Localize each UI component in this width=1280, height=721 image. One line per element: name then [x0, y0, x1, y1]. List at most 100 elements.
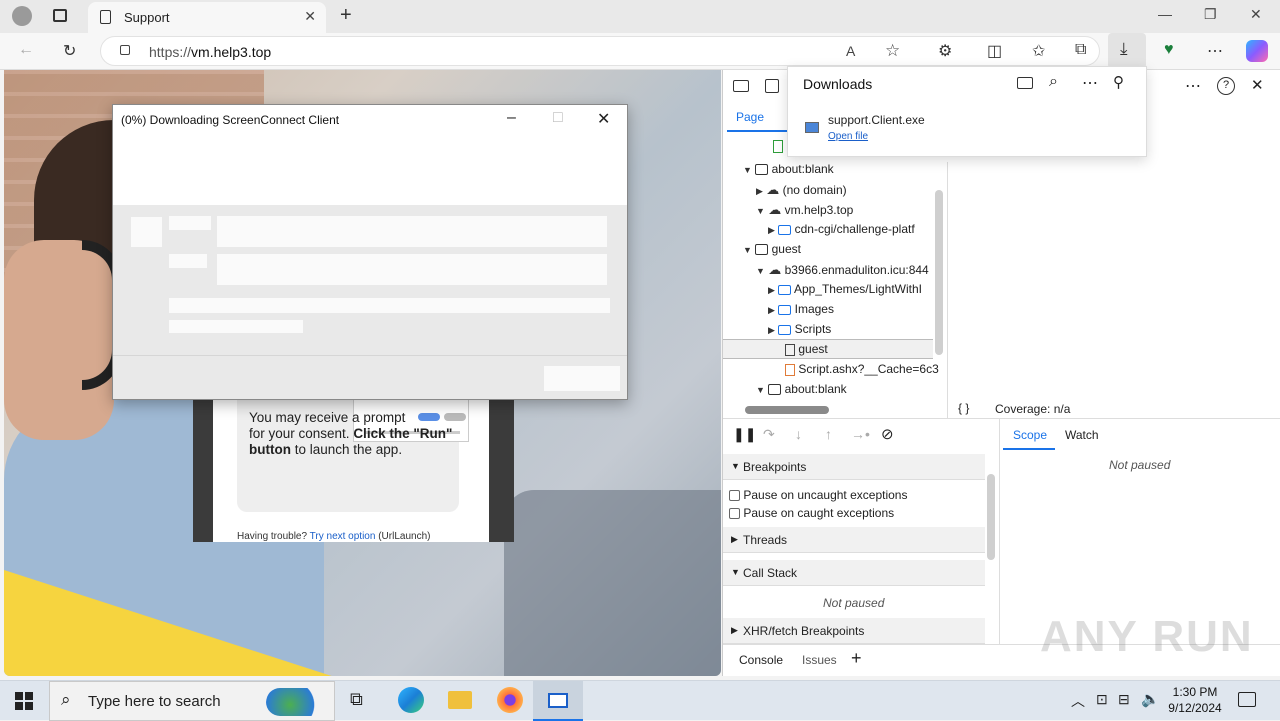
try-next-option-link[interactable]: Try next option	[310, 531, 376, 542]
url-text: https://vm.help3.top	[149, 44, 272, 60]
file-explorer-icon[interactable]	[448, 691, 472, 709]
deactivate-breakpoints-icon[interactable]: ⊘	[881, 425, 894, 443]
scope-tab[interactable]: Scope	[1013, 428, 1047, 442]
coverage-text: Coverage: n/a	[995, 402, 1071, 416]
tree-item-guest-frame[interactable]: ▼ guest	[743, 242, 801, 256]
tree-item-about-blank[interactable]: ▼ about:blank	[743, 162, 834, 176]
placeholder-field	[217, 216, 607, 247]
help-icon[interactable]: ?	[1217, 77, 1235, 95]
search-highlight-icon	[266, 688, 326, 716]
firefox-icon[interactable]	[497, 687, 523, 713]
h-scrollbar[interactable]	[745, 406, 829, 414]
tree-item-no-domain[interactable]: ▶ ☁ (no domain)	[756, 182, 847, 198]
lock-icon[interactable]	[120, 45, 130, 55]
watch-tab[interactable]: Watch	[1065, 428, 1099, 442]
taskbar: ⌕ Type here to search ⧉ ︿ ⊡ ⊟ 🔈 1:30 PM …	[0, 680, 1280, 721]
minimize-icon[interactable]: —	[1158, 6, 1172, 22]
downloads-button[interactable]: ⤓	[1108, 33, 1146, 69]
placeholder-bar	[169, 298, 610, 313]
placeholder-button[interactable]	[544, 366, 620, 391]
dialog-close-icon[interactable]: ✕	[597, 109, 610, 129]
pause-uncaught-checkbox[interactable]: Pause on uncaught exceptions	[729, 488, 907, 502]
notifications-icon[interactable]	[1238, 692, 1256, 707]
tree-item-guest-file[interactable]: guest	[785, 342, 828, 356]
consent-step: You may receive a prompt for your consen…	[237, 392, 469, 512]
tab-close-icon[interactable]: ✕	[304, 8, 316, 25]
dialog-footer	[113, 355, 627, 399]
favorites-icon[interactable]: ✩	[1032, 41, 1045, 61]
background-office	[504, 490, 721, 676]
device-icon[interactable]	[765, 79, 779, 93]
restore-icon[interactable]: ❐	[1204, 6, 1217, 23]
tree-item-about-blank-2[interactable]: ▼ about:blank	[756, 382, 847, 396]
tree-item-cdn-cgi[interactable]: ▶ cdn-cgi/challenge-platf	[768, 222, 915, 236]
close-window-icon[interactable]: ✕	[1250, 6, 1262, 23]
split-screen-icon[interactable]: ◫	[987, 41, 1002, 61]
tree-item-images[interactable]: ▶ Images	[768, 302, 834, 316]
search-downloads-icon[interactable]: ⌕	[1049, 73, 1058, 91]
pause-icon[interactable]: ❚❚	[733, 426, 756, 443]
screenconnect-download-window: (0%) Downloading ScreenConnect Client – …	[112, 104, 628, 400]
copilot-icon[interactable]	[1246, 40, 1268, 62]
back-icon[interactable]: ←	[18, 41, 34, 59]
dialog-minimize-icon[interactable]: –	[507, 109, 516, 127]
read-aloud-icon[interactable]: A	[846, 43, 855, 59]
add-tab-icon[interactable]: +	[851, 648, 862, 669]
edge-icon[interactable]	[398, 687, 424, 713]
network-icon[interactable]: ⊟	[1118, 691, 1130, 708]
favorite-icon[interactable]: ☆	[885, 41, 900, 61]
step-over-icon[interactable]: ↷	[763, 426, 775, 443]
open-folder-icon[interactable]	[1017, 77, 1033, 89]
downloads-more-icon[interactable]: ⋯	[1082, 73, 1098, 93]
open-file-link[interactable]: Open file	[828, 131, 868, 142]
windows-start-icon[interactable]	[15, 692, 33, 710]
tab-support[interactable]: Support ✕	[88, 2, 326, 33]
step-out-icon[interactable]: ↑	[825, 426, 832, 442]
inspect-icon[interactable]	[733, 80, 749, 92]
devtools-close-icon[interactable]: ✕	[1251, 76, 1264, 94]
devtools-more-icon[interactable]: ⋯	[1185, 76, 1201, 96]
watermark: ANY RUN	[1040, 612, 1254, 661]
profile-icon[interactable]	[12, 6, 32, 26]
task-view-icon[interactable]: ⧉	[350, 689, 363, 710]
tree-item-script-ashx[interactable]: Script.ashx?__Cache=6c3	[785, 362, 939, 376]
more-icon[interactable]: ⋯	[1207, 41, 1223, 61]
dialog-title: (0%) Downloading ScreenConnect Client	[121, 113, 340, 127]
tree-item-scripts[interactable]: ▶ Scripts	[768, 322, 831, 336]
new-tab-icon[interactable]: +	[340, 4, 352, 27]
extensions-icon[interactable]: ⚙	[938, 41, 952, 61]
dialog-maximize-icon[interactable]: □	[553, 109, 563, 127]
call-stack-section[interactable]: ▼ Call Stack	[723, 560, 985, 586]
breakpoints-section[interactable]: ▼ Breakpoints	[723, 454, 985, 480]
heart-pulse-icon[interactable]: ♥	[1164, 41, 1174, 59]
step-icon[interactable]: →•	[851, 426, 870, 442]
taskbar-search[interactable]: ⌕ Type here to search	[49, 681, 335, 721]
tree-item-vm-help3[interactable]: ▼ ☁ vm.help3.top	[756, 202, 853, 218]
page-tab[interactable]: Page	[736, 110, 764, 124]
tree-item-app-themes[interactable]: ▶ App_Themes/LightWithI	[768, 282, 922, 296]
step-into-icon[interactable]: ↓	[795, 426, 802, 442]
active-app-button[interactable]	[533, 681, 583, 721]
tab-actions-icon[interactable]	[53, 9, 67, 22]
download-item[interactable]: support.Client.exe Open file	[788, 107, 1146, 155]
volume-icon[interactable]: 🔈	[1141, 690, 1160, 708]
pretty-print-icon[interactable]: { }	[958, 401, 969, 415]
xhr-breakpoints-section[interactable]: ▶ XHR/fetch Breakpoints	[723, 618, 985, 644]
usb-icon[interactable]: ⊡	[1096, 691, 1108, 708]
time: 1:30 PM	[1172, 685, 1218, 699]
sidebar-scrollbar[interactable]	[987, 474, 995, 560]
threads-section[interactable]: ▶ Threads	[723, 527, 985, 553]
title-bar: Support ✕ + — ❐ ✕	[0, 0, 1280, 33]
console-tab[interactable]: Console	[739, 653, 783, 667]
search-icon: ⌕	[61, 690, 71, 709]
tree-scrollbar[interactable]	[935, 190, 943, 355]
pause-caught-checkbox[interactable]: Pause on caught exceptions	[729, 506, 894, 520]
collections-icon[interactable]: ⧉	[1075, 41, 1086, 59]
tree-item-enmaduliton[interactable]: ▼ ☁ b3966.enmaduliton.icu:844	[756, 262, 929, 278]
show-hidden-icons[interactable]: ︿	[1071, 691, 1085, 711]
date: 9/12/2024	[1168, 701, 1222, 715]
clock[interactable]: 1:30 PM 9/12/2024	[1160, 684, 1230, 716]
issues-tab[interactable]: Issues	[802, 653, 837, 667]
refresh-icon[interactable]: ↻	[63, 41, 76, 61]
pin-icon[interactable]: ⚲	[1113, 73, 1124, 91]
